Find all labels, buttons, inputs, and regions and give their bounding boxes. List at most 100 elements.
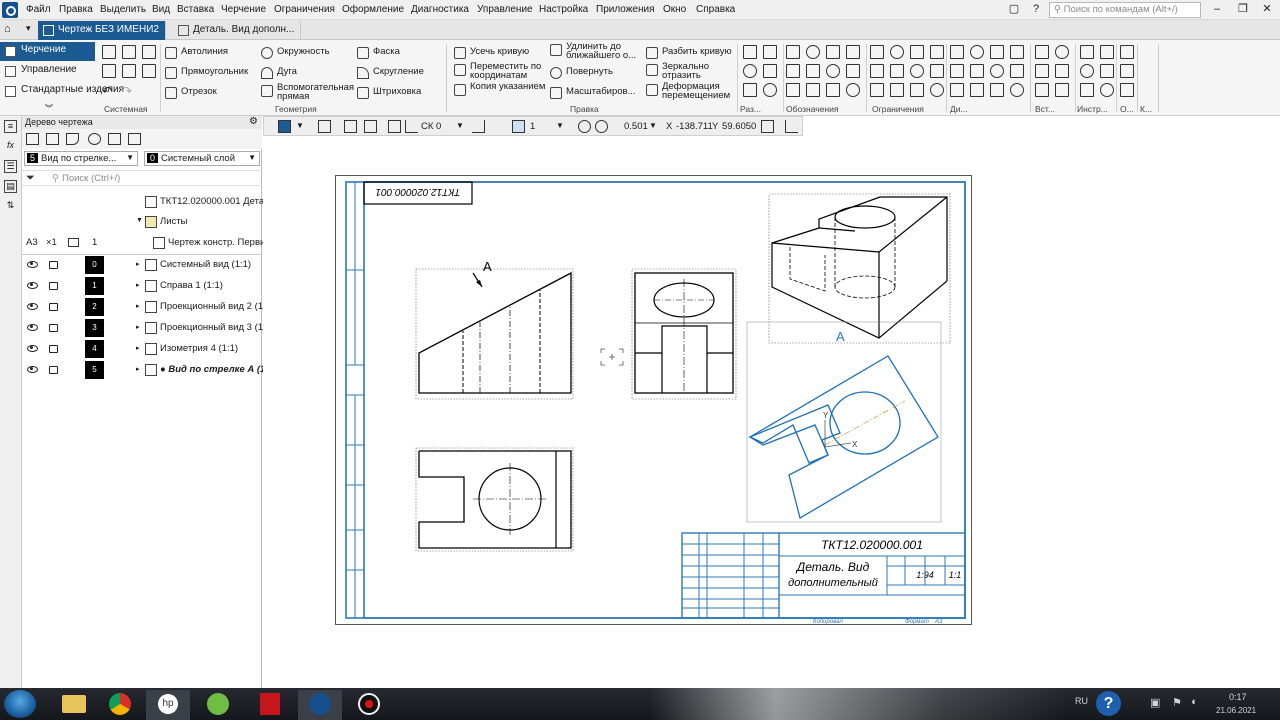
- expand-arrow-icon[interactable]: ▼: [136, 217, 143, 224]
- coincide-icon[interactable]: [870, 83, 884, 97]
- eyedropper-icon[interactable]: [785, 120, 798, 133]
- center-icon[interactable]: [826, 64, 840, 78]
- text-icon[interactable]: [1035, 45, 1049, 59]
- drawing-sheet[interactable]: ТКТ12.020000.001 A A Y X ТКТ12.020000.00…: [335, 175, 972, 625]
- visibility-eye-icon[interactable]: [27, 366, 38, 373]
- tangent-icon[interactable]: [1120, 64, 1134, 78]
- autoline-button[interactable]: Автолиния: [163, 44, 228, 62]
- zoom-value[interactable]: 0.501: [624, 121, 648, 132]
- horizontal-icon[interactable]: [870, 45, 884, 59]
- move-by-coords-button[interactable]: Переместить по координатам: [452, 61, 547, 80]
- taskbar-kompas[interactable]: [298, 690, 342, 720]
- mark-icon[interactable]: [806, 83, 820, 97]
- bom-icon[interactable]: [930, 45, 944, 59]
- center-icon[interactable]: [1100, 45, 1114, 59]
- menu-select[interactable]: Выделить: [100, 4, 146, 15]
- clock-time[interactable]: 0:17: [1229, 692, 1247, 702]
- home-icon[interactable]: ⌂: [4, 23, 11, 35]
- expand-arrow-icon[interactable]: ▸: [136, 260, 140, 268]
- step-icon[interactable]: [512, 120, 525, 133]
- lock-icon[interactable]: [49, 282, 58, 290]
- image-view-icon[interactable]: [108, 133, 121, 145]
- ribbon-tab-standard-parts[interactable]: Стандартные изделия: [0, 82, 124, 101]
- ribbon-tab-drawing[interactable]: Черчение: [0, 42, 95, 61]
- step-combo[interactable]: 1: [530, 121, 535, 132]
- filter-icon[interactable]: [910, 83, 924, 97]
- filter-funnel-icon[interactable]: ⏷: [26, 172, 35, 185]
- preview-icon[interactable]: [122, 64, 136, 78]
- image-icon[interactable]: [950, 45, 964, 59]
- snap-icon[interactable]: [278, 120, 291, 133]
- variables-icon[interactable]: fx: [4, 140, 17, 153]
- chevron-down-icon[interactable]: ▼: [296, 121, 304, 130]
- menu-constraints[interactable]: Ограничения: [274, 4, 335, 15]
- lock-icon[interactable]: [49, 345, 58, 353]
- collinear-icon[interactable]: [890, 83, 904, 97]
- structure-view-icon[interactable]: [46, 133, 59, 145]
- redo-icon[interactable]: ↷: [122, 84, 132, 98]
- menu-view[interactable]: Вид: [152, 4, 170, 15]
- settings-gear-icon[interactable]: ⚙: [249, 116, 258, 127]
- tree-view-row[interactable]: 3 ▸ Проекционный вид 3 (1: [22, 318, 263, 338]
- cs-combo[interactable]: СК 0: [421, 121, 441, 132]
- tree-sheets-row[interactable]: ▼ Листы: [22, 212, 262, 232]
- leader-icon[interactable]: [786, 83, 800, 97]
- visibility-eye-icon[interactable]: [27, 324, 38, 331]
- circle-button[interactable]: Окружность: [259, 44, 330, 62]
- insert-view-icon[interactable]: [930, 64, 944, 78]
- x-coordinate[interactable]: -138.711: [676, 121, 713, 132]
- perpendicular-icon[interactable]: [846, 45, 860, 59]
- cs-icon[interactable]: [405, 120, 418, 133]
- measure-icon[interactable]: [761, 120, 774, 133]
- k-tool-icon[interactable]: [990, 64, 1004, 78]
- close-icon[interactable]: ✕: [1258, 2, 1276, 16]
- clock-date[interactable]: 21.06.2021: [1216, 706, 1256, 715]
- y-coordinate[interactable]: 59.6050: [722, 121, 756, 132]
- sort-icon[interactable]: ⇅: [4, 200, 17, 213]
- taskbar-recorder[interactable]: [347, 690, 391, 720]
- radius-dim-icon[interactable]: [1010, 83, 1024, 97]
- tree-view-row[interactable]: 0 ▸ Системный вид (1:1): [22, 255, 262, 275]
- tab-part[interactable]: Деталь. Вид дополн...: [173, 21, 302, 40]
- print-icon[interactable]: [102, 64, 116, 78]
- chevron-down-icon[interactable]: ▼: [556, 121, 564, 130]
- visibility-eye-icon[interactable]: [27, 261, 38, 268]
- sheet-view-icon[interactable]: [26, 133, 39, 145]
- spec-icon[interactable]: [910, 64, 924, 78]
- table-icon[interactable]: [1035, 64, 1049, 78]
- filter-view-icon[interactable]: [66, 133, 79, 145]
- deform-button[interactable]: Деформация перемещением: [644, 81, 739, 100]
- fillet-button[interactable]: Скругление: [355, 64, 424, 82]
- properties-icon[interactable]: [142, 64, 156, 78]
- calc-icon[interactable]: [970, 64, 984, 78]
- fix-icon[interactable]: [1120, 45, 1134, 59]
- start-button[interactable]: [4, 690, 36, 718]
- taskbar-chrome[interactable]: [98, 690, 142, 720]
- visibility-eye-icon[interactable]: [27, 345, 38, 352]
- weld-icon[interactable]: [806, 64, 820, 78]
- dimension-icon[interactable]: [990, 83, 1004, 97]
- equal-icon[interactable]: [890, 45, 904, 59]
- parallel-icon[interactable]: [1100, 64, 1114, 78]
- search-icon[interactable]: [970, 45, 984, 59]
- tangent-icon[interactable]: [846, 83, 860, 97]
- network-icon[interactable]: ▣: [1150, 696, 1160, 709]
- rotate-button[interactable]: Повернуть: [548, 64, 613, 82]
- position-icon[interactable]: [1055, 83, 1069, 97]
- tab-drawing[interactable]: Чертеж БЕЗ ИМЕНИ2: [38, 21, 166, 40]
- layers-icon[interactable]: ☰: [4, 160, 17, 173]
- o-tool-icon[interactable]: [990, 45, 1004, 59]
- chevron-down-icon[interactable]: ▼: [649, 121, 657, 130]
- menu-edit[interactable]: Правка: [59, 4, 93, 15]
- menu-drawing[interactable]: Черчение: [221, 4, 266, 15]
- chevron-down-icon[interactable]: ▼: [456, 121, 464, 130]
- point-icon[interactable]: [890, 64, 904, 78]
- tree-view-row[interactable]: 2 ▸ Проекционный вид 2 (1: [22, 297, 263, 317]
- tree-sheet-row[interactable]: А3 ×1 1 Чертеж констр. Перви: [22, 233, 265, 253]
- circle-dim-icon[interactable]: [1010, 45, 1024, 59]
- menu-apps[interactable]: Приложения: [596, 4, 655, 15]
- radius-dim-icon[interactable]: [763, 45, 777, 59]
- tree-view-row[interactable]: 5 ▸ ● Вид по стрелке А (1: [22, 360, 265, 380]
- expand-arrow-icon[interactable]: ▸: [136, 302, 140, 310]
- bill-icon[interactable]: [950, 64, 964, 78]
